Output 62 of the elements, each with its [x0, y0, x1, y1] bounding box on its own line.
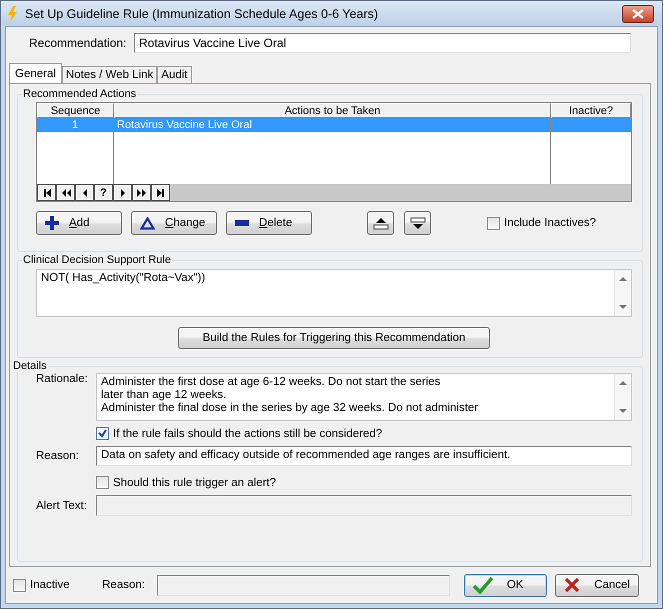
navigator-button[interactable]	[151, 184, 170, 201]
column-header[interactable]: Sequence	[37, 103, 114, 118]
cross-icon	[564, 577, 580, 593]
close-icon	[632, 8, 644, 18]
column-header[interactable]: Actions to be Taken	[114, 103, 551, 118]
navigator-button[interactable]	[113, 184, 132, 201]
rationale-label: Rationale:	[35, 373, 89, 385]
navigator-button[interactable]	[37, 184, 56, 201]
plus-icon	[45, 216, 59, 230]
rule-text-area[interactable]: NOT( Has_Activity("Rota~Vax"))	[36, 269, 632, 317]
checkbox-label: Include Inactives?	[504, 217, 596, 229]
checkbox[interactable]	[96, 476, 109, 489]
group-title: Clinical Decision Support Rule	[22, 254, 172, 266]
last-record-icon	[156, 188, 166, 198]
cancel-button[interactable]: Cancel	[555, 574, 639, 596]
reason-field[interactable]	[156, 574, 450, 596]
window-title: Set Up Guideline Rule (Immunization Schedule Ages 0-6 Years)	[25, 6, 379, 20]
checkbox-label: If the rule fails should the actions still be considered?	[113, 428, 382, 440]
rewind-icon	[60, 188, 70, 198]
checkbox[interactable]	[96, 427, 109, 440]
recommendation-label: Recommendation:	[28, 36, 128, 50]
alert-text-field[interactable]	[96, 495, 632, 516]
table-cell: Rotavirus Vaccine Live Oral	[114, 118, 551, 132]
alert-text-label: Alert Text:	[35, 500, 88, 512]
table-cell: 1	[37, 118, 114, 132]
group-title: Details	[12, 360, 48, 372]
lightning-icon	[7, 6, 19, 22]
scrollbar[interactable]	[614, 270, 631, 316]
checkbox[interactable]	[487, 216, 500, 230]
checkbox-label: Should this rule trigger an alert?	[113, 476, 276, 488]
rationale-text-area[interactable]: Administer the first dose at age 6-12 weeks. Do not start the series later than age 12 weeks. Administer the final dose in the series by age 32 weeks. Do not administer	[96, 373, 632, 421]
reason-label: Reason:	[102, 579, 146, 591]
checkbox-label: Inactive	[30, 579, 70, 591]
move-down-button[interactable]	[404, 211, 431, 235]
column-header[interactable]: Inactive?	[551, 103, 631, 118]
navigator-button[interactable]	[56, 184, 75, 201]
navigator-button[interactable]	[75, 184, 94, 201]
navigator-button[interactable]	[132, 184, 151, 201]
help-button[interactable]: ?	[94, 184, 113, 201]
tab[interactable]: Audit	[157, 66, 192, 83]
down-arrow-icon	[410, 216, 426, 230]
scrollbar[interactable]	[614, 374, 631, 420]
group-title: Recommended Actions	[22, 88, 138, 100]
add-button[interactable]: Add	[36, 211, 122, 235]
minus-icon	[235, 220, 249, 226]
ok-button[interactable]: OK	[464, 574, 548, 596]
tab[interactable]: Notes / Web Link	[62, 66, 158, 83]
first-record-icon	[42, 188, 52, 198]
change-button[interactable]: Change	[131, 211, 217, 235]
delete-button[interactable]: Delete	[226, 211, 312, 235]
up-arrow-icon	[372, 216, 388, 230]
build-rules-button[interactable]: Build the Rules for Triggering this Recommendation	[178, 327, 490, 349]
reason-label: Reason:	[35, 450, 80, 462]
checkbox[interactable]	[13, 578, 26, 592]
checkmark-icon	[472, 576, 493, 594]
triangle-icon	[140, 216, 155, 230]
close-button[interactable]	[622, 4, 654, 22]
move-up-button[interactable]	[367, 211, 394, 235]
fast-forward-icon	[136, 188, 146, 198]
tab[interactable]: General	[9, 63, 62, 83]
recommendation-field[interactable]: Rotavirus Vaccine Live Oral	[134, 33, 631, 53]
reason-field[interactable]: Data on safety and efficacy outside of recommended age ranges are insufficient.	[96, 446, 632, 466]
